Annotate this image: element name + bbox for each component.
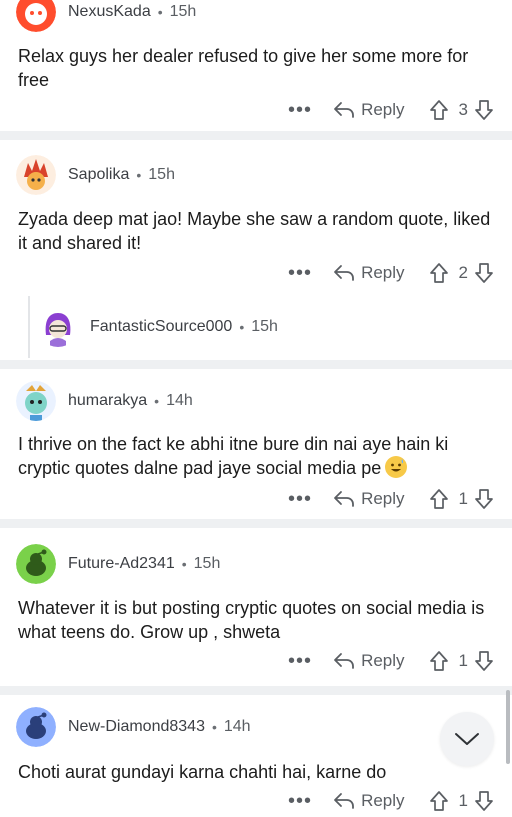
- username[interactable]: NexusKada: [68, 3, 151, 21]
- vote-widget: 1: [429, 650, 494, 672]
- comment-actions: ••• Reply 1: [283, 647, 494, 675]
- upvote-icon[interactable]: [429, 262, 449, 284]
- avatar[interactable]: [38, 307, 78, 347]
- vote-widget: 1: [429, 488, 494, 510]
- downvote-icon[interactable]: [474, 262, 494, 284]
- comment-text: I thrive on the fact ke abhi itne bure d…: [18, 432, 498, 480]
- reply-label: Reply: [361, 651, 405, 670]
- comment-sapolika: Sapolika • 15h Zyada deep mat jao! Maybe…: [0, 140, 512, 360]
- reply-button[interactable]: Reply: [333, 651, 405, 671]
- scrollbar[interactable]: [506, 690, 510, 764]
- username[interactable]: Future-Ad2341: [68, 555, 175, 573]
- username[interactable]: FantasticSource000: [90, 318, 232, 336]
- timestamp: 14h: [223, 718, 251, 735]
- separator-dot: •: [157, 4, 163, 20]
- timestamp: 14h: [166, 392, 193, 409]
- avatar[interactable]: [16, 707, 56, 747]
- avatar[interactable]: [16, 381, 56, 421]
- downvote-icon[interactable]: [474, 99, 494, 121]
- reply-button[interactable]: Reply: [333, 791, 405, 811]
- comment-humarakya: humarakya • 14h I thrive on the fact ke …: [0, 369, 512, 519]
- comment-text: Choti aurat gundayi karna chahti hai, ka…: [18, 762, 387, 782]
- username[interactable]: New-Diamond8343: [68, 718, 205, 736]
- timestamp: 15h: [193, 555, 221, 572]
- more-options-button[interactable]: •••: [283, 262, 317, 285]
- more-options-button[interactable]: •••: [283, 790, 317, 813]
- reply-label: Reply: [361, 489, 405, 508]
- upvote-icon[interactable]: [429, 790, 449, 812]
- downvote-icon[interactable]: [474, 650, 494, 672]
- reply-label: Reply: [361, 100, 405, 119]
- comment-divider: [0, 360, 512, 369]
- chevron-down-icon: [455, 733, 479, 745]
- separator-dot: •: [211, 719, 217, 735]
- reply-arrow-icon: [334, 491, 354, 507]
- reply-arrow-icon: [334, 265, 354, 281]
- vote-widget: 3: [429, 99, 494, 121]
- downvote-icon[interactable]: [474, 790, 494, 812]
- comment-actions: ••• Reply 3: [283, 96, 494, 124]
- vote-count: 3: [458, 100, 468, 119]
- reply-arrow-icon: [334, 793, 354, 809]
- timestamp: 15h: [148, 166, 175, 183]
- comment-header: New-Diamond8343 • 14h: [16, 707, 251, 747]
- comment-actions: ••• Reply 1: [283, 787, 494, 815]
- comment-text: Zyada deep mat jao! Maybe she saw a rand…: [18, 209, 491, 253]
- avatar[interactable]: [16, 0, 56, 32]
- more-options-button[interactable]: •••: [283, 99, 317, 122]
- reply-label: Reply: [361, 791, 405, 810]
- username[interactable]: humarakya: [68, 392, 147, 410]
- vote-widget: 1: [429, 790, 494, 812]
- reply-button[interactable]: Reply: [333, 489, 405, 509]
- vote-count: 1: [458, 489, 468, 508]
- vote-count: 2: [458, 263, 468, 282]
- vote-widget: 2: [429, 262, 494, 284]
- comment-divider: [0, 131, 512, 140]
- comment-nexuskada: NexusKada • 15h Relax guys her dealer re…: [0, 0, 512, 124]
- reply-arrow-icon: [334, 102, 354, 118]
- upvote-icon[interactable]: [429, 99, 449, 121]
- comment-header: Future-Ad2341 • 15h: [16, 544, 220, 584]
- avatar[interactable]: [16, 155, 56, 195]
- timestamp: 15h: [251, 318, 278, 335]
- username[interactable]: Sapolika: [68, 166, 129, 184]
- thread-line[interactable]: [28, 296, 30, 358]
- reply-arrow-icon: [334, 653, 354, 669]
- more-options-button[interactable]: •••: [283, 488, 317, 511]
- comment-divider: [0, 686, 512, 695]
- upvote-icon[interactable]: [429, 650, 449, 672]
- more-options-button[interactable]: •••: [283, 650, 317, 673]
- downvote-icon[interactable]: [474, 488, 494, 510]
- comment-text: Whatever it is but posting cryptic quote…: [18, 598, 485, 642]
- separator-dot: •: [136, 167, 142, 183]
- comment-actions: ••• Reply 1: [283, 485, 494, 513]
- reply-button[interactable]: Reply: [333, 100, 405, 120]
- comment-future-ad2341: Future-Ad2341 • 15h Whatever it is but p…: [0, 528, 512, 686]
- avatar[interactable]: [16, 544, 56, 584]
- upvote-icon[interactable]: [429, 488, 449, 510]
- comment-text: Relax guys her dealer refused to give he…: [18, 46, 469, 90]
- comment-new-diamond8343: New-Diamond8343 • 14h Choti aurat gunday…: [0, 695, 512, 817]
- sweat-smile-emoji-icon: [385, 456, 408, 478]
- comment-header: Sapolika • 15h: [16, 155, 175, 195]
- separator-dot: •: [154, 393, 160, 409]
- separator-dot: •: [181, 556, 187, 572]
- separator-dot: •: [239, 319, 245, 335]
- timestamp: 15h: [169, 3, 197, 20]
- comment-header: humarakya • 14h: [16, 381, 193, 421]
- vote-count: 1: [458, 791, 468, 810]
- comment-header: NexusKada • 15h: [16, 0, 196, 32]
- vote-count: 1: [458, 651, 468, 670]
- reply-label: Reply: [361, 263, 405, 282]
- comment-text-content: I thrive on the fact ke abhi itne bure d…: [18, 434, 449, 478]
- collapsed-reply-header[interactable]: FantasticSource000 • 15h: [38, 307, 278, 347]
- comment-divider: [0, 519, 512, 528]
- comment-actions: ••• Reply 2: [283, 259, 494, 287]
- reply-button[interactable]: Reply: [333, 263, 405, 283]
- scroll-down-button[interactable]: [440, 712, 494, 766]
